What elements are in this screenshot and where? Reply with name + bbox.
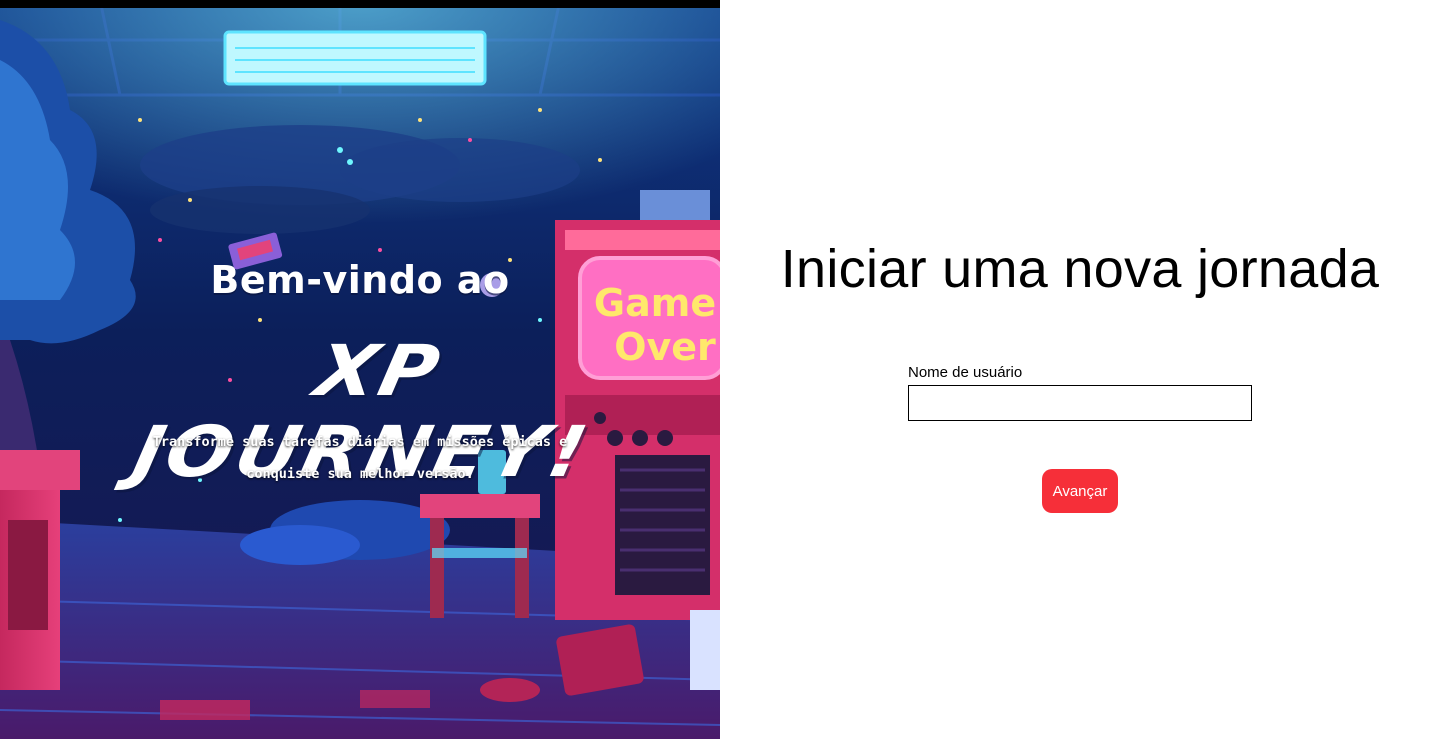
tagline: Transforme suas tarefas diárias em missõ… [120, 426, 600, 490]
username-label: Nome de usuário [908, 364, 1023, 381]
start-journey-panel: Iniciar uma nova jornada Nome de usuário… [720, 0, 1440, 739]
hero-top-border [0, 0, 720, 8]
page-title: Iniciar uma nova jornada [780, 239, 1380, 299]
advance-button[interactable]: Avançar [1042, 469, 1118, 513]
tagline-line-1: Transforme suas tarefas diárias em missõ… [152, 434, 568, 450]
welcome-heading: Bem-vindo ao [210, 258, 510, 302]
username-input[interactable] [908, 385, 1252, 421]
hero-panel: Game Over Bem-vindo ao XP JOURNEY! Trans… [0, 0, 720, 739]
hero-text-overlay: Bem-vindo ao XP JOURNEY! Transforme suas… [0, 0, 720, 739]
tagline-line-2: conquiste sua melhor versão. [246, 466, 474, 482]
